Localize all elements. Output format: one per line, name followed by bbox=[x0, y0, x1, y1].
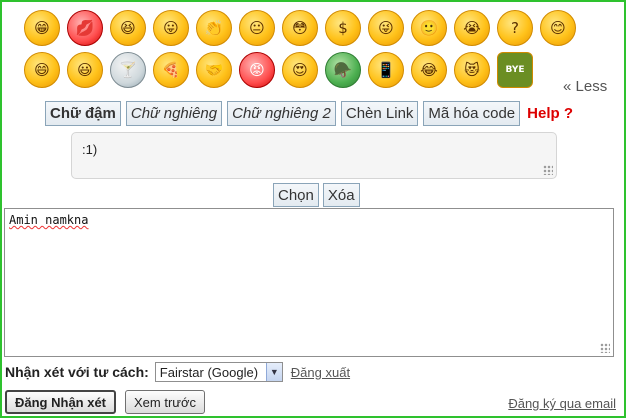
emoticon-row: 😁 💋 😆 😛 👏 😐 😳 $ 😜 🙂 😭 ? 😊 bbox=[24, 10, 576, 46]
grin-icon[interactable]: 😁 bbox=[24, 10, 60, 46]
logout-link[interactable]: Đăng xuất bbox=[291, 365, 350, 380]
emoticon-row: 😄 😃 🍸 🍕 🤝 😡 😍 🪖 📱 😂 😻 BYE bbox=[24, 52, 533, 88]
tongue-icon[interactable]: 😛 bbox=[153, 10, 189, 46]
smile-icon[interactable]: 🙂 bbox=[411, 10, 447, 46]
clapping-hands-icon[interactable]: 👏 bbox=[196, 10, 232, 46]
soldier-icon[interactable]: 🪖 bbox=[325, 52, 361, 88]
heart-eyes-icon[interactable]: 😻 bbox=[454, 52, 490, 88]
form-actions: Đăng Nhận xét Xem trước bbox=[5, 390, 206, 414]
bold-button[interactable]: Chữ đậm bbox=[45, 101, 121, 126]
wink-icon[interactable]: 😜 bbox=[368, 10, 404, 46]
identity-label: Nhận xét với tư cách: bbox=[5, 364, 149, 380]
clap-face-icon[interactable]: 😆 bbox=[110, 10, 146, 46]
resize-grip-icon[interactable] bbox=[543, 165, 553, 175]
select-toolbar: Chọn Xóa bbox=[273, 183, 360, 207]
comment-textarea[interactable]: Amin namkna bbox=[4, 208, 614, 357]
identity-selected: Fairstar (Google) bbox=[159, 364, 259, 380]
help-link[interactable]: Help ? bbox=[527, 105, 573, 122]
preview-button[interactable]: Xem trước bbox=[125, 390, 206, 414]
phone-face-icon[interactable]: 📱 bbox=[368, 52, 404, 88]
emoticon-code-box[interactable]: :1) bbox=[71, 132, 557, 179]
blush-icon[interactable]: 😳 bbox=[282, 10, 318, 46]
chevron-down-icon[interactable]: ▼ bbox=[265, 363, 282, 381]
cocktail-icon[interactable]: 🍸 bbox=[110, 52, 146, 88]
emoticon-code-text: :1) bbox=[82, 142, 98, 157]
identity-row: Nhận xét với tư cách: Fairstar (Google) … bbox=[5, 362, 350, 382]
shy-icon[interactable]: 😊 bbox=[540, 10, 576, 46]
format-toolbar: Chữ đậm Chữ nghiêng Chữ nghiêng 2 Chèn L… bbox=[45, 101, 573, 126]
crying-icon[interactable]: 😭 bbox=[454, 10, 490, 46]
handshake-icon[interactable]: 🤝 bbox=[196, 52, 232, 88]
less-link[interactable]: « Less bbox=[563, 78, 607, 95]
insert-link-button[interactable]: Chèn Link bbox=[340, 101, 419, 126]
publish-button[interactable]: Đăng Nhận xét bbox=[5, 390, 117, 414]
pizza-icon[interactable]: 🍕 bbox=[153, 52, 189, 88]
italic-button[interactable]: Chữ nghiêng bbox=[125, 101, 223, 126]
italic2-button[interactable]: Chữ nghiêng 2 bbox=[227, 101, 336, 126]
identity-select[interactable]: Fairstar (Google) ▼ bbox=[154, 362, 283, 382]
bye-icon[interactable]: BYE bbox=[497, 52, 533, 88]
question-icon[interactable]: ? bbox=[497, 10, 533, 46]
cheer-icon[interactable]: 😄 bbox=[24, 52, 60, 88]
subscribe-email-link[interactable]: Đăng ký qua email bbox=[508, 396, 616, 411]
code-button[interactable]: Mã hóa code bbox=[423, 101, 521, 126]
laugh-icon[interactable]: 😂 bbox=[411, 52, 447, 88]
delete-button[interactable]: Xóa bbox=[322, 183, 360, 207]
lips-icon[interactable]: 💋 bbox=[67, 10, 103, 46]
choose-button[interactable]: Chọn bbox=[273, 183, 319, 207]
comment-text: Amin namkna bbox=[9, 213, 89, 227]
hot-face-icon[interactable]: 😡 bbox=[239, 52, 275, 88]
yellow-face-icon[interactable]: 😐 bbox=[239, 10, 275, 46]
big-grin-icon[interactable]: 😃 bbox=[67, 52, 103, 88]
resize-grip-icon[interactable] bbox=[600, 343, 610, 353]
love-face-icon[interactable]: 😍 bbox=[282, 52, 318, 88]
dollar-eyes-icon[interactable]: $ bbox=[325, 10, 361, 46]
